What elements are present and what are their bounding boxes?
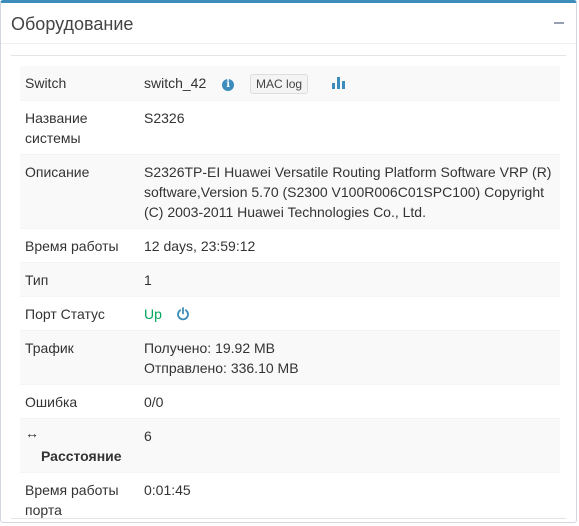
uptime-label: Время работы	[20, 229, 139, 263]
error-value: 0/0	[139, 385, 560, 419]
type-label: Тип	[20, 263, 139, 297]
table-row: Название системы S2326	[20, 101, 560, 155]
port-status-value-cell: Up	[139, 297, 560, 331]
traffic-received: Получено: 19.92 MB	[144, 338, 555, 358]
table-row: Трафик Получено: 19.92 MB Отправлено: 33…	[20, 331, 560, 385]
divider	[11, 518, 566, 519]
uptime-value: 12 days, 23:59:12	[139, 229, 560, 263]
table-row: Порт Статус Up	[20, 297, 560, 331]
table-row: Тип 1	[20, 263, 560, 297]
description-value: S2326TP-EI Huawei Versatile Routing Plat…	[139, 155, 560, 229]
table-row: Switch switch_42 i MAC log	[20, 66, 560, 101]
horizontal-arrows-icon: ↔	[25, 426, 134, 440]
switch-name: switch_42	[144, 75, 206, 91]
switch-value-cell: switch_42 i MAC log	[139, 66, 560, 101]
table-row: Время работы 12 days, 23:59:12	[20, 229, 560, 263]
minus-icon	[554, 22, 564, 24]
power-icon[interactable]	[176, 307, 190, 321]
mac-log-button[interactable]: MAC log	[250, 74, 308, 94]
panel-title: Оборудование	[11, 13, 133, 35]
traffic-label: Трафик	[20, 331, 139, 385]
table-row: ↔ Расстояние 6	[20, 419, 560, 473]
distance-label: Расстояние	[25, 446, 134, 466]
panel-header: Оборудование	[1, 3, 576, 44]
system-name-value: S2326	[139, 101, 560, 155]
panel-body: Switch switch_42 i MAC log Название сист…	[11, 55, 566, 526]
description-label: Описание	[20, 155, 139, 229]
distance-label-cell: ↔ Расстояние	[20, 419, 139, 473]
equipment-panel: Оборудование Switch switch_42 i MAC log	[0, 0, 577, 523]
bar-chart-icon[interactable]	[332, 77, 345, 89]
error-label: Ошибка	[20, 385, 139, 419]
equipment-info-table: Switch switch_42 i MAC log Название сист…	[20, 66, 560, 526]
distance-value: 6	[139, 419, 560, 473]
port-status-label: Порт Статус	[20, 297, 139, 331]
collapse-button[interactable]	[552, 13, 566, 31]
switch-label: Switch	[20, 66, 139, 101]
table-row: Ошибка 0/0	[20, 385, 560, 419]
traffic-sent: Отправлено: 336.10 MB	[144, 358, 555, 378]
system-name-label: Название системы	[20, 101, 139, 155]
port-status-value: Up	[144, 306, 162, 322]
info-circle-icon[interactable]: i	[222, 79, 234, 91]
table-row: Описание S2326TP-EI Huawei Versatile Rou…	[20, 155, 560, 229]
type-value: 1	[139, 263, 560, 297]
traffic-value-cell: Получено: 19.92 MB Отправлено: 336.10 MB	[139, 331, 560, 385]
